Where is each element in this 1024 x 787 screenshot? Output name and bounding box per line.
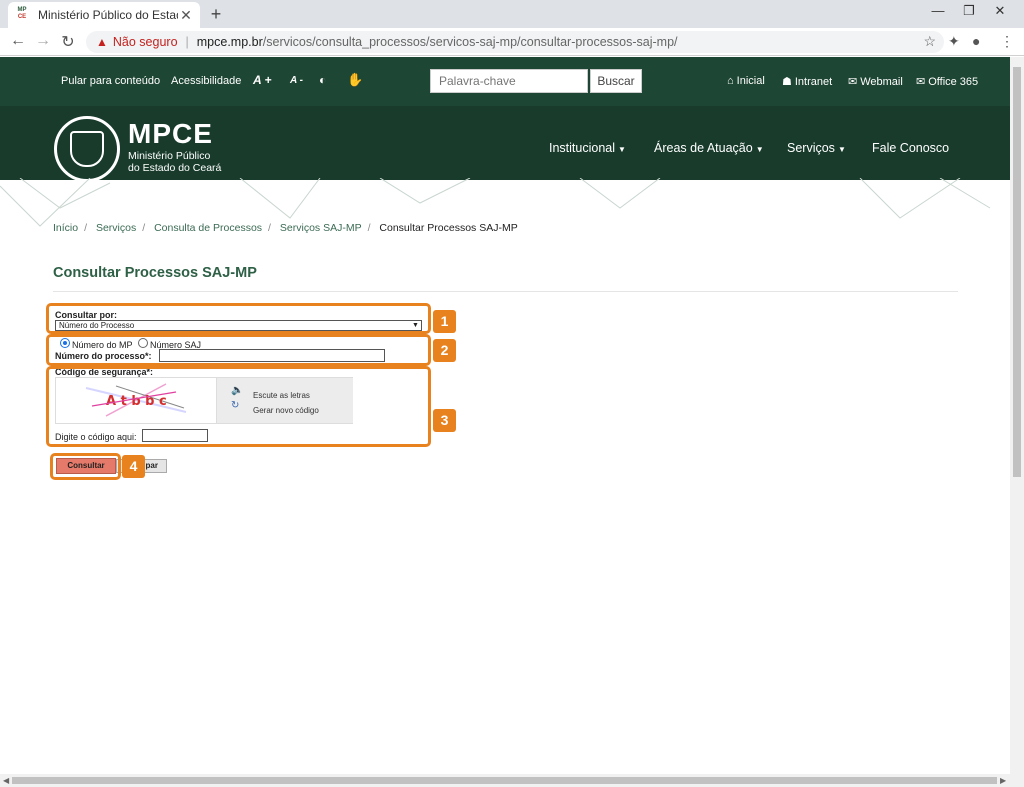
caret-down-icon: ▼ [837,145,846,154]
reload-icon[interactable]: ↻ [58,32,78,52]
menu-kebab-icon[interactable]: ⋮ [1000,33,1014,50]
tab-title: Ministério Público do Estado do [38,8,178,22]
highlight-box-3 [46,366,431,447]
horizontal-scroll-thumb[interactable] [12,777,997,784]
highlight-box-1 [46,303,431,334]
sign-language-icon[interactable]: ✋ [347,72,363,88]
scroll-right-icon[interactable]: ▶ [1000,776,1006,785]
caret-down-icon: ▼ [618,145,626,154]
url-host: mpce.mp.br [196,35,263,49]
extensions-icon[interactable]: ✦ [948,33,960,50]
minimize-icon[interactable]: — [924,3,952,18]
search-button[interactable]: Buscar [590,69,642,93]
horizontal-scrollbar[interactable]: ◀ ▶ [0,774,1024,787]
step-badge-1: 1 [433,310,456,333]
menu-areas-de-atuacao[interactable]: Áreas de Atuação ▼ [654,141,764,155]
mail-icon: ✉ [916,76,926,88]
restore-icon[interactable]: ❐ [955,3,983,19]
not-secure-label: Não seguro [112,35,178,49]
webmail-link[interactable]: ✉ Webmail [848,75,903,88]
vertical-scrollbar[interactable] [1010,57,1024,774]
breadcrumb-servicos-saj[interactable]: Serviços SAJ-MP [280,222,362,234]
site-nav-bar: MPCE Ministério Público do Estado do Cear… [0,106,1010,182]
bookmark-star-icon[interactable]: ☆ [923,33,936,50]
url-path: /servicos/consulta_processos/servicos-sa… [262,35,678,49]
sitemap-icon: ☗ [782,76,792,88]
breadcrumb-inicio[interactable]: Início [53,222,78,234]
step-badge-2: 2 [433,339,456,362]
breadcrumb-consulta-processos[interactable]: Consulta de Processos [154,222,262,234]
mpce-logo-icon[interactable] [54,116,120,182]
contrast-icon[interactable]: ◐ [319,73,326,87]
mail-icon: ✉ [848,76,858,88]
highlight-box-2 [46,334,431,366]
profile-icon[interactable]: ● [972,33,980,49]
step-badge-3: 3 [433,409,456,432]
menu-institucional[interactable]: Institucional ▼ [549,141,626,155]
caret-down-icon: ▼ [755,145,764,154]
page-title: Consultar Processos SAJ-MP [53,265,257,281]
skip-to-content-link[interactable]: Pular para conteúdo [61,75,160,87]
browser-tab[interactable]: MPCE Ministério Público do Estado do ✕ [8,2,200,28]
tab-close-icon[interactable]: ✕ [178,7,194,24]
breadcrumb-current: Consultar Processos SAJ-MP [379,222,518,234]
home-icon: ⌂ [727,75,734,87]
step-badge-4: 4 [122,455,145,478]
font-decrease-button[interactable]: A - [290,75,303,86]
site-favicon-icon: MP CE [17,7,27,20]
highlight-box-4 [50,453,121,480]
home-link[interactable]: ⌂ Inicial [727,75,765,87]
breadcrumb-servicos[interactable]: Serviços [96,222,136,234]
url-bar[interactable]: ▲ Não seguro | mpce.mp.br/servicos/consu… [86,31,944,53]
menu-servicos[interactable]: Serviços ▼ [787,141,846,155]
browser-tab-bar: MPCE Ministério Público do Estado do ✕ +… [0,0,1024,28]
breadcrumb: Início / Serviços / Consulta de Processos /… [53,222,518,234]
vertical-scroll-thumb[interactable] [1013,67,1021,477]
forward-icon[interactable]: → [33,32,53,50]
menu-fale-conosco[interactable]: Fale Conosco [872,141,949,155]
office365-link[interactable]: ✉ Office 365 [916,75,978,88]
logo-subtitle: Ministério Público do Estado do Ceará [128,150,222,174]
intranet-link[interactable]: ☗ Intranet [782,75,832,88]
browser-address-bar: ← → ↻ ▲ Não seguro | mpce.mp.br/servicos… [0,28,1024,56]
warning-icon: ▲ [96,35,108,49]
scroll-left-icon[interactable]: ◀ [3,776,9,785]
accessibility-link[interactable]: Acessibilidade [171,75,241,87]
window-close-icon[interactable]: ✕ [986,3,1014,19]
site-top-bar: Pular para conteúdo Acessibilidade A + A… [0,57,1010,106]
keyword-search-input[interactable] [430,69,588,93]
logo-name[interactable]: MPCE [128,118,213,150]
new-tab-icon[interactable]: + [206,4,226,25]
font-increase-button[interactable]: A + [253,73,272,87]
back-icon[interactable]: ← [8,32,28,50]
decorative-lines [0,178,991,227]
